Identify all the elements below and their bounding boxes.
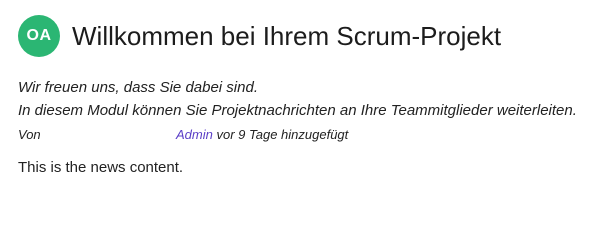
intro-line: Wir freuen uns, dass Sie dabei sind. — [18, 79, 258, 96]
intro-line: In diesem Modul können Sie Projektnachri… — [18, 102, 577, 119]
by-label: Von — [18, 127, 41, 142]
news-title: Willkommen bei Ihrem Scrum-Projekt — [72, 21, 502, 51]
avatar: OA — [18, 15, 60, 57]
timestamp: vor 9 Tage hinzugefügt — [216, 127, 349, 142]
news-meta: Von Admin vor 9 Tage hinzugefügt — [18, 127, 348, 142]
news-header: OA Willkommen bei Ihrem Scrum-Projekt — [18, 14, 501, 58]
news-content: This is the news content. — [18, 159, 184, 176]
avatar-initials: OA — [26, 27, 52, 44]
author-link[interactable]: Admin — [176, 127, 213, 142]
news-intro: Wir freuen uns, dass Sie dabei sind. In … — [18, 76, 577, 122]
